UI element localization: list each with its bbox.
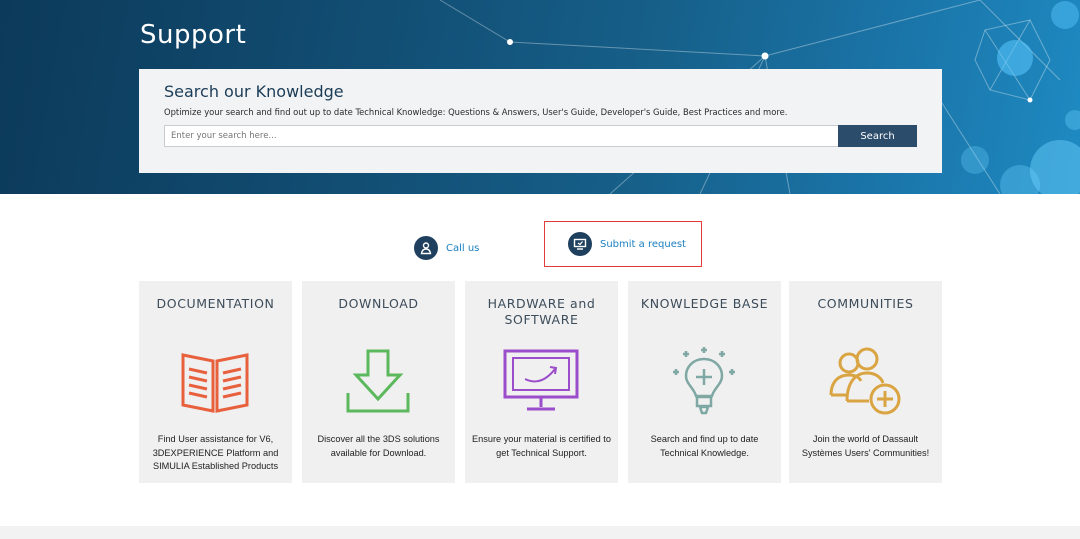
card-title: HARDWARE and SOFTWARE	[487, 296, 596, 327]
card-title: DOCUMENTATION	[156, 296, 275, 311]
search-input[interactable]	[164, 125, 839, 147]
page-title: Support	[140, 20, 247, 50]
card-description: Discover all the 3DS solutions available…	[317, 434, 440, 458]
card-communities[interactable]: COMMUNITIES Join the world of Dassault S…	[789, 281, 942, 483]
call-us-label: Call us	[446, 242, 480, 254]
card-title: DOWNLOAD	[338, 296, 419, 311]
card-title: COMMUNITIES	[817, 296, 914, 311]
card-title: KNOWLEDGE BASE	[640, 296, 769, 311]
monitor-icon	[503, 349, 579, 411]
download-arrow-icon	[346, 349, 410, 413]
card-download[interactable]: DOWNLOAD Discover all the 3DS solutions …	[302, 281, 455, 483]
submit-request-label: Submit a request	[600, 238, 686, 250]
footer-strip	[0, 526, 1080, 539]
screen-request-icon	[568, 232, 592, 256]
card-description: Find User assistance for V6, 3DEXPERIENC…	[152, 434, 279, 471]
card-knowledge-base[interactable]: KNOWLEDGE BASE Search and find up to dat…	[628, 281, 781, 483]
phone-person-icon	[414, 236, 438, 260]
contact-options: Call us Submit a request	[0, 220, 1080, 268]
search-title: Search our Knowledge	[164, 82, 344, 101]
open-book-icon	[181, 353, 249, 413]
call-us-link[interactable]: Call us	[414, 236, 479, 260]
card-description: Search and find up to date Technical Kno…	[650, 434, 759, 458]
users-plus-icon	[829, 347, 901, 415]
search-panel: Search our Knowledge Optimize your searc…	[139, 69, 942, 173]
card-hardware-software[interactable]: HARDWARE and SOFTWARE Ensure your materi…	[465, 281, 618, 483]
card-description: Join the world of Dassault Systèmes User…	[801, 434, 930, 458]
submit-request-link[interactable]: Submit a request	[544, 221, 702, 267]
lightbulb-icon	[673, 347, 735, 415]
search-button[interactable]: Search	[838, 125, 917, 147]
hero-banner: Support Search our Knowledge Optimize yo…	[0, 0, 1080, 194]
card-description: Ensure your material is certified to get…	[472, 434, 611, 458]
card-documentation[interactable]: DOCUMENTATION Find User assistance for V…	[139, 281, 292, 483]
search-subtitle: Optimize your search and find out up to …	[164, 107, 788, 117]
